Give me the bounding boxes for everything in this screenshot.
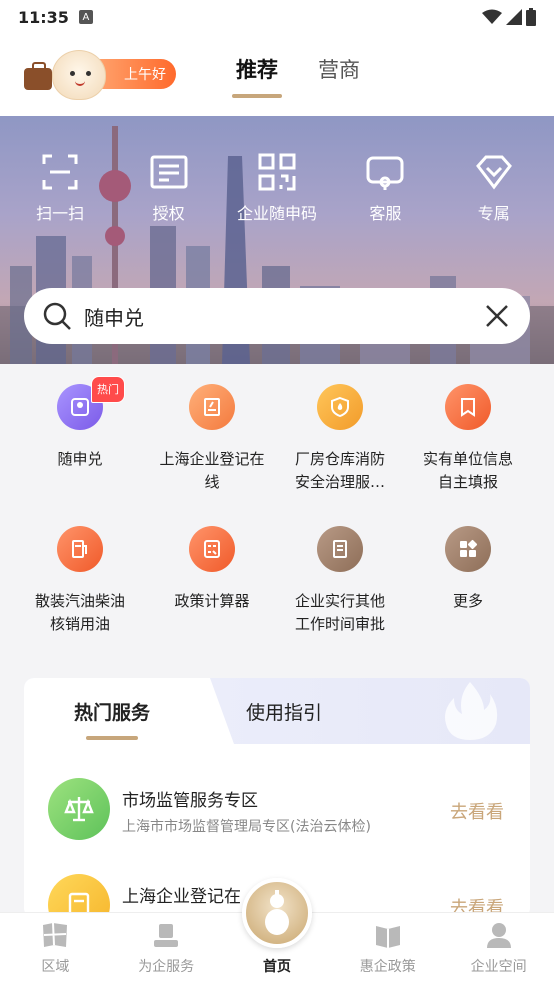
document-icon: [317, 526, 363, 572]
service-label: 政策计算器: [174, 592, 250, 610]
list-item[interactable]: 市场监管服务专区 上海市市场监督管理局专区(法治云体检) 去看看: [24, 778, 530, 858]
nav-enterprise-space[interactable]: 企业空间: [443, 913, 554, 984]
tab-hot-services[interactable]: 热门服务: [74, 698, 150, 725]
item-title: 市场监管服务专区: [122, 791, 258, 811]
service-work-hours[interactable]: 企业实行其他工作时间审批: [276, 526, 404, 636]
tab-usage-guide[interactable]: 使用指引: [246, 698, 322, 725]
quick-exclusive[interactable]: 专属: [444, 152, 544, 224]
service-icon: [154, 924, 179, 947]
diamond-icon: [475, 155, 512, 190]
fuel-icon: [57, 526, 103, 572]
service-label: 实有单位信息自主填报: [422, 450, 513, 491]
service-unit-info[interactable]: 实有单位信息自主填报: [404, 384, 532, 494]
panel-tabs: 热门服务 使用指引: [24, 678, 530, 744]
nav-label: 首页: [262, 959, 291, 975]
nav-policy[interactable]: 惠企政策: [332, 913, 443, 984]
close-icon[interactable]: [482, 301, 512, 331]
tab-business[interactable]: 营商: [318, 54, 360, 98]
service-calculator[interactable]: 政策计算器: [148, 526, 276, 613]
service-grid: 热门 随申兑 上海企业登记在线 厂房仓库消防安全治理服… 实有单位信息自主填报 …: [0, 364, 554, 664]
register-icon: [189, 384, 235, 430]
signal-icon: [506, 9, 522, 25]
service-label: 上海企业登记在线: [159, 450, 265, 491]
top-tabs: 推荐 营商: [232, 54, 360, 98]
briefcase-icon: [24, 62, 52, 90]
quick-authorize-label: 授权: [152, 204, 185, 223]
quick-qr-code-label: 企业随申码: [236, 204, 317, 223]
service-label: 随申兑: [57, 450, 103, 468]
status-bar: 11:35 A: [0, 0, 554, 34]
map-icon: [43, 922, 68, 947]
quick-authorize[interactable]: 授权: [119, 152, 219, 224]
item-subtitle: 上海市市场监督管理局专区(法治云体检): [122, 819, 371, 835]
qr-code-icon: [258, 153, 296, 191]
nav-region[interactable]: 区域: [0, 913, 111, 984]
service-register[interactable]: 上海企业登记在线: [148, 384, 276, 494]
app-header: 上午好 推荐 营商: [0, 34, 554, 116]
search-icon: [43, 302, 71, 330]
fire-shield-icon: [317, 384, 363, 430]
bookmark-icon: [445, 384, 491, 430]
status-time: 11:35: [18, 7, 69, 27]
policy-icon: [375, 926, 400, 948]
hot-badge: 热门: [91, 376, 125, 403]
quick-scan[interactable]: 扫一扫: [10, 152, 110, 224]
nav-label: 惠企政策: [359, 959, 416, 975]
service-label: 企业实行其他工作时间审批: [294, 592, 385, 633]
home-button[interactable]: [242, 878, 312, 948]
scale-icon: [48, 778, 110, 840]
search-bar[interactable]: 随申兑: [24, 288, 530, 344]
nav-label: 企业空间: [470, 959, 527, 975]
quick-customer-service[interactable]: 客服: [335, 152, 435, 224]
quick-qr-code[interactable]: 企业随申码: [227, 152, 327, 224]
go-button[interactable]: 去看看: [450, 798, 504, 824]
wifi-icon: [482, 9, 502, 24]
quick-scan-label: 扫一扫: [36, 204, 85, 223]
service-more[interactable]: 更多: [404, 526, 532, 613]
item-title: 上海企业登记在: [122, 887, 241, 907]
home-icon: [265, 890, 289, 935]
greeting-widget[interactable]: 上午好: [24, 50, 180, 100]
service-label: 散装汽油柴油核销用油: [34, 592, 125, 633]
grid-more-icon: [445, 526, 491, 572]
nav-label: 区域: [41, 959, 70, 975]
nav-enterprise-service[interactable]: 为企服务: [111, 913, 222, 984]
service-fire-safety[interactable]: 厂房仓库消防安全治理服…: [276, 384, 404, 494]
mascot-avatar: [52, 50, 106, 100]
service-label: 厂房仓库消防安全治理服…: [294, 450, 385, 491]
service-label: 更多: [452, 592, 483, 610]
service-fuel[interactable]: 散装汽油柴油核销用油: [16, 526, 144, 636]
quick-actions: 扫一扫 授权 企业随申码 客服 专属: [0, 152, 554, 224]
person-icon: [486, 923, 511, 948]
flame-icon: [445, 682, 498, 740]
hero-banner: 扫一扫 授权 企业随申码 客服 专属 随申兑: [0, 116, 554, 364]
tab-recommend[interactable]: 推荐: [232, 54, 282, 98]
scan-icon: [42, 154, 78, 190]
tab-underline: [86, 736, 138, 740]
calculator-icon: [189, 526, 235, 572]
customer-service-icon: [366, 156, 404, 190]
quick-exclusive-label: 专属: [477, 204, 510, 223]
nav-label: 为企服务: [138, 959, 195, 975]
search-input[interactable]: 随申兑: [84, 302, 482, 331]
quick-customer-service-label: 客服: [369, 204, 402, 223]
service-suishendui[interactable]: 热门 随申兑: [16, 376, 144, 471]
status-icons: [482, 8, 536, 26]
badge-icon: 热门: [57, 376, 125, 430]
notification-icon: A: [78, 10, 93, 24]
battery-icon: [526, 8, 536, 26]
authorize-icon: [150, 155, 188, 189]
